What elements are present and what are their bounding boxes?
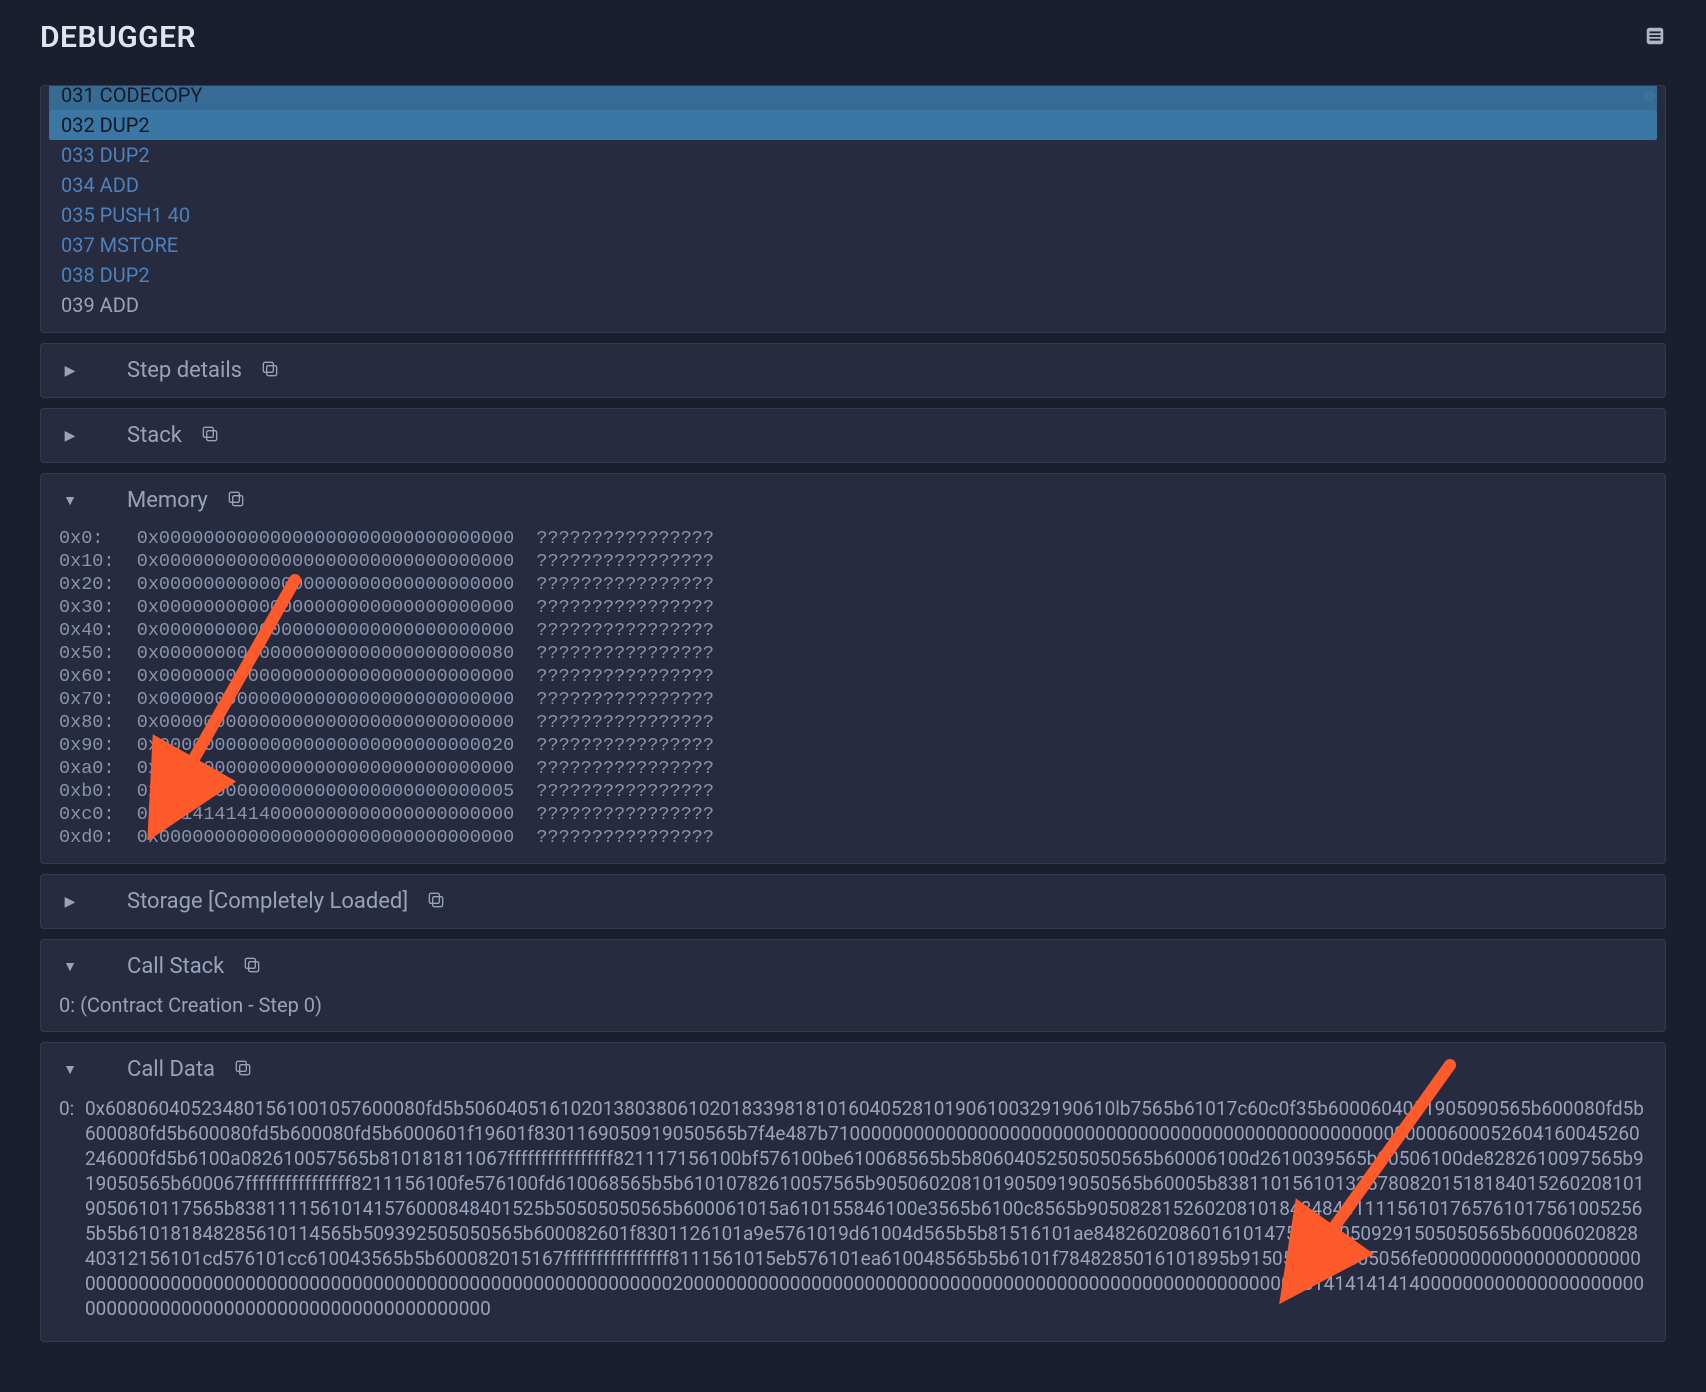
chevron-down-icon[interactable]: ▼ xyxy=(59,958,81,975)
call-stack-panel: ▼ Call Stack 0: (Contract Creation - Ste… xyxy=(40,939,1666,1032)
call-data-title: Call Data xyxy=(127,1057,215,1082)
opcode-row[interactable]: 031 CODECOPY xyxy=(49,85,1657,110)
chevron-right-icon[interactable]: ▶ xyxy=(59,894,81,910)
copy-icon[interactable] xyxy=(208,489,246,513)
opcode-row[interactable]: 038 DUP2 xyxy=(49,260,1657,290)
chevron-down-icon[interactable]: ▼ xyxy=(59,492,81,509)
copy-icon[interactable] xyxy=(408,890,446,914)
memory-panel: ▼ Memory 0x0: 0x000000000000000000000000… xyxy=(40,473,1666,864)
opcode-row[interactable]: 035 PUSH1 40 xyxy=(49,200,1657,230)
chevron-right-icon[interactable]: ▶ xyxy=(59,363,81,379)
opcode-row[interactable]: 034 ADD xyxy=(49,170,1657,200)
info-icon[interactable] xyxy=(1644,25,1666,51)
storage-panel[interactable]: ▶ Storage [Completely Loaded] xyxy=(40,874,1666,929)
memory-content: 0x0: 0x00000000000000000000000000000000 … xyxy=(41,527,1665,863)
stack-title: Stack xyxy=(127,423,182,448)
opcode-row[interactable]: 032 DUP2 xyxy=(49,110,1657,140)
storage-title: Storage [Completely Loaded] xyxy=(127,889,408,914)
chevron-right-icon[interactable]: ▶ xyxy=(59,428,81,444)
opcode-row[interactable]: 033 DUP2 xyxy=(49,140,1657,170)
step-details-panel[interactable]: ▶ Step details xyxy=(40,343,1666,398)
call-stack-title: Call Stack xyxy=(127,954,224,979)
copy-icon[interactable] xyxy=(224,955,262,979)
opcode-list[interactable]: 031 CODECOPY032 DUP2033 DUP2034 ADD035 P… xyxy=(40,85,1666,333)
copy-icon[interactable] xyxy=(215,1058,253,1082)
page-title: DEBUGGER xyxy=(40,20,196,55)
opcode-row[interactable]: 039 ADD xyxy=(49,290,1657,320)
chevron-down-icon[interactable]: ▼ xyxy=(59,1061,81,1078)
opcode-row[interactable]: 037 MSTORE xyxy=(49,230,1657,260)
call-data-panel: ▼ Call Data 0: 0x60806040523480156100105… xyxy=(40,1042,1666,1342)
copy-icon[interactable] xyxy=(242,359,280,383)
copy-icon[interactable] xyxy=(182,424,220,448)
call-data-content: 0: 0x608060405234801561001057600080fd5b5… xyxy=(41,1096,1665,1341)
stack-panel[interactable]: ▶ Stack xyxy=(40,408,1666,463)
memory-title: Memory xyxy=(127,488,208,513)
call-stack-content: 0: (Contract Creation - Step 0) xyxy=(41,993,1665,1031)
step-details-title: Step details xyxy=(127,358,242,383)
